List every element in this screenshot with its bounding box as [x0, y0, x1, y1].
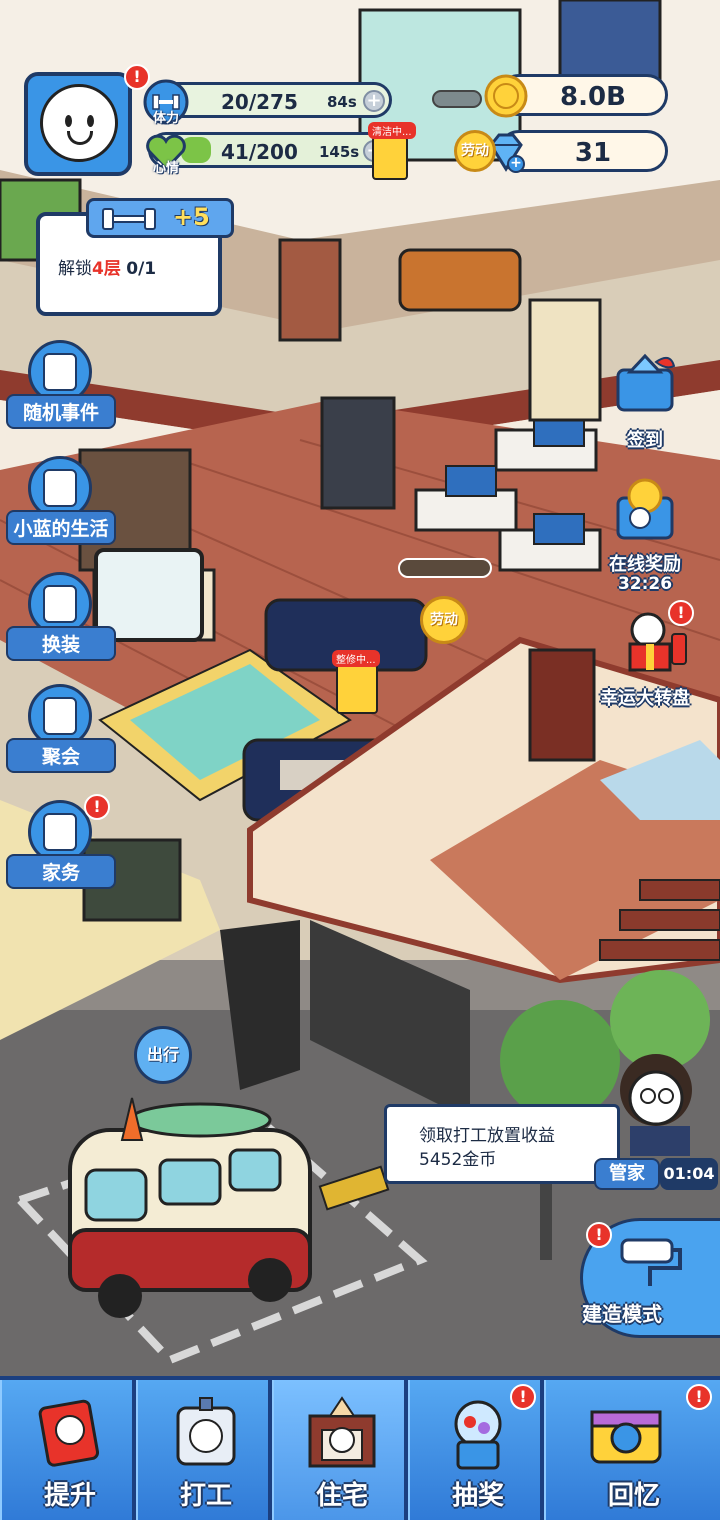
- nav-lottery-label: 抽奖: [451, 1481, 504, 1511]
- chores-alert-badge: !: [84, 794, 110, 820]
- butler-message-line1: 领取打工放置收益: [419, 1126, 555, 1146]
- work-chip-top[interactable]: 劳动: [454, 130, 496, 172]
- stamina-timer: 84s: [327, 93, 357, 111]
- butler-tag: 管家: [594, 1158, 660, 1190]
- nav-memories-label: 回忆: [607, 1481, 660, 1511]
- coin-clock-icon: [616, 478, 674, 540]
- nav-home[interactable]: 住宅: [272, 1380, 408, 1520]
- side-party-label: 聚会: [6, 738, 116, 773]
- stamina-add-button[interactable]: +: [363, 90, 385, 112]
- nav-home-label: 住宅: [315, 1481, 368, 1511]
- online-reward-button[interactable]: 在线奖励 32:26: [590, 478, 700, 594]
- butler-message-line2: 5452金币: [419, 1150, 497, 1170]
- mood-label: 心情: [153, 161, 180, 176]
- go-out-button[interactable]: 出行: [134, 1026, 192, 1084]
- progress-bar-top: [432, 90, 482, 108]
- paint-roller-icon: [620, 1238, 682, 1286]
- diamond-bar: + 31: [489, 130, 668, 173]
- lucky-wheel-label: 幸运大转盘: [600, 688, 690, 709]
- shirt-glyph: [43, 585, 77, 623]
- gold-value: 8.0B: [560, 82, 626, 112]
- dumbbell-icon: [102, 208, 156, 230]
- memories-alert-badge: !: [686, 1384, 712, 1410]
- stamina-label: 体力: [153, 111, 180, 126]
- gift-box-icon: [616, 353, 676, 412]
- checkin-label: 签到: [627, 430, 663, 451]
- life-glyph: [43, 469, 77, 507]
- butler-avatar[interactable]: [610, 1046, 710, 1156]
- nav-upgrade-label: 提升: [43, 1481, 96, 1511]
- online-reward-timer: 32:26: [617, 574, 673, 594]
- cleaning-sign[interactable]: 清洁中...: [368, 122, 416, 180]
- book-icon: [38, 1399, 100, 1467]
- player-avatar[interactable]: !: [24, 64, 150, 176]
- cleaning-sign-text: 清洁中...: [368, 122, 416, 139]
- stamina-bar: 体力 20/275 84s +: [143, 79, 392, 126]
- id-badge-icon: [176, 1397, 236, 1466]
- camera-icon: [590, 1410, 662, 1464]
- event-glyph: [43, 353, 77, 391]
- online-reward-label: 在线奖励: [609, 554, 681, 575]
- nav-work-label: 打工: [179, 1481, 232, 1511]
- build-mode-label: 建造模式: [582, 1302, 662, 1326]
- lucky-wheel-button[interactable]: ! 幸运大转盘: [598, 600, 708, 710]
- butler-timer: 01:04: [660, 1158, 718, 1190]
- quest-reward: +5: [86, 198, 234, 238]
- side-chores-label: 家务: [6, 854, 116, 889]
- butler-message[interactable]: 领取打工放置收益 5452金币: [384, 1104, 620, 1184]
- side-chores[interactable]: 家务 !: [6, 794, 116, 896]
- side-outfit[interactable]: 换装: [6, 572, 116, 668]
- build-mode-button[interactable]: ! 建造模式: [580, 1218, 720, 1338]
- party-glyph: [43, 697, 77, 735]
- repair-sign-text: 整修中...: [332, 650, 380, 667]
- avatar-eye-left: [65, 115, 72, 127]
- side-xiaolan-life[interactable]: 小蓝的生活: [6, 456, 116, 552]
- avatar-face: [40, 84, 118, 162]
- repair-sign[interactable]: 整修中...: [332, 650, 380, 714]
- quest-progress: 0/1: [126, 259, 157, 279]
- gacha-machine-icon: [454, 1400, 502, 1470]
- quest-text-prefix: 解锁: [58, 259, 92, 279]
- lottery-alert-badge: !: [510, 1384, 536, 1410]
- nav-work[interactable]: 打工: [136, 1380, 272, 1520]
- mood-bar: 心情 41/200 145s +: [146, 132, 392, 176]
- vacuum-glyph: [43, 813, 77, 851]
- side-random-events-label: 随机事件: [6, 394, 116, 429]
- diamond-value: 31: [574, 138, 612, 168]
- quest-text-highlight: 4层: [92, 259, 121, 279]
- bottom-nav: 提升 打工 住宅 ! 抽奖 ! 回忆: [0, 1376, 720, 1520]
- mood-timer: 145s: [319, 143, 360, 161]
- checkin-button[interactable]: 签到: [590, 352, 700, 452]
- house-icon: [308, 1396, 376, 1468]
- quest-card[interactable]: +5 解锁4层 0/1: [36, 198, 234, 316]
- side-xiaolan-life-label: 小蓝的生活: [6, 510, 116, 545]
- avatar-mouth: [67, 131, 93, 145]
- progress-bar-in-scene: [398, 558, 492, 578]
- quest-description: 解锁4层 0/1: [58, 254, 156, 279]
- side-party[interactable]: 聚会: [6, 684, 116, 780]
- build-alert-badge: !: [586, 1222, 612, 1248]
- nav-upgrade[interactable]: 提升: [0, 1380, 136, 1520]
- camper-van: [68, 1102, 312, 1318]
- nav-memories[interactable]: ! 回忆: [544, 1380, 720, 1520]
- quest-reward-amount: +5: [173, 203, 210, 231]
- mood-value: 41/200: [221, 140, 298, 164]
- wheel-alert-badge: !: [668, 600, 694, 626]
- work-chip[interactable]: 劳动: [420, 596, 468, 644]
- side-random-events[interactable]: 随机事件: [6, 340, 116, 436]
- side-outfit-label: 换装: [6, 626, 116, 661]
- gold-bar: 8.0B: [484, 74, 668, 118]
- avatar-eye-right: [87, 115, 94, 127]
- stamina-value: 20/275: [221, 90, 298, 114]
- nav-lottery[interactable]: ! 抽奖: [408, 1380, 544, 1520]
